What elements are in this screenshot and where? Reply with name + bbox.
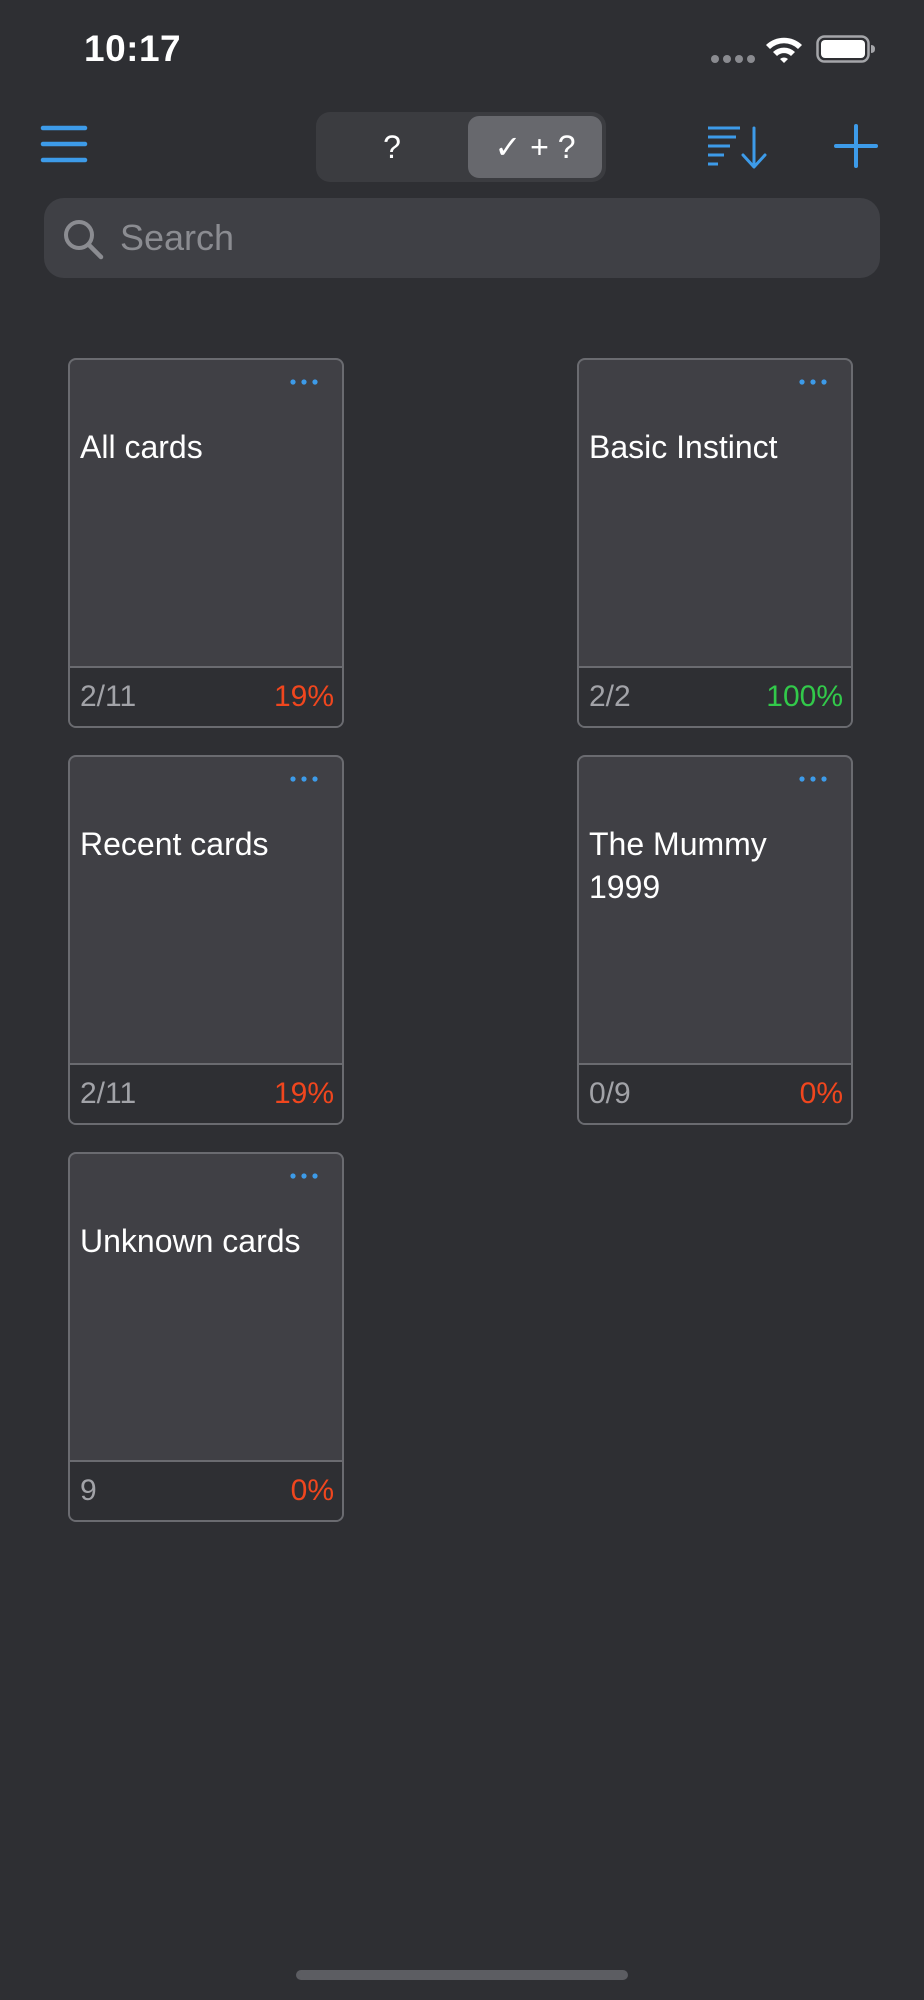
segment-known-and-unknown[interactable]: ✓ + ?	[468, 116, 602, 178]
deck-title: The Mummy 1999	[589, 826, 767, 905]
deck-footer: 2/11 19%	[70, 1063, 342, 1123]
status-time: 10:17	[84, 28, 182, 69]
deck-title: Unknown cards	[80, 1223, 301, 1259]
segment-unknown[interactable]: ?	[320, 116, 464, 178]
deck-card-all-cards[interactable]: All cards 2/11 19%	[68, 358, 344, 728]
add-icon[interactable]	[834, 124, 878, 168]
more-options-icon[interactable]	[290, 775, 318, 783]
deck-footer: 2/11 19%	[70, 666, 342, 726]
search-bar[interactable]	[44, 198, 880, 278]
deck-percent: 19%	[273, 680, 334, 713]
deck-count: 2/11	[80, 680, 137, 713]
search-icon	[64, 220, 104, 260]
deck-percent: 100%	[766, 680, 843, 713]
more-options-icon[interactable]	[799, 775, 827, 783]
deck-percent: 19%	[273, 1077, 334, 1110]
deck-count: 2/2	[589, 680, 631, 713]
deck-card-recent-cards[interactable]: Recent cards 2/11 19%	[68, 755, 344, 1125]
deck-title: Basic Instinct	[589, 429, 778, 465]
deck-footer: 2/2 100%	[579, 666, 851, 726]
more-options-icon[interactable]	[290, 1172, 318, 1180]
card-filter-segmented-control: ? ✓ + ?	[316, 112, 606, 182]
deck-card-unknown-cards[interactable]: Unknown cards 9 0%	[68, 1152, 344, 1522]
wifi-icon	[766, 37, 802, 63]
deck-percent: 0%	[290, 1474, 334, 1507]
deck-count: 9	[80, 1474, 97, 1507]
deck-footer: 0/9 0%	[579, 1063, 851, 1123]
more-options-icon[interactable]	[799, 378, 827, 386]
menu-icon[interactable]	[40, 122, 88, 166]
deck-count: 2/11	[80, 1077, 137, 1110]
deck-percent: 0%	[799, 1077, 843, 1110]
deck-title: All cards	[80, 429, 203, 465]
cellular-signal-icon	[711, 55, 755, 63]
home-indicator[interactable]	[296, 1970, 628, 1980]
deck-card-the-mummy-1999[interactable]: The Mummy 1999 0/9 0%	[577, 755, 853, 1125]
more-options-icon[interactable]	[290, 378, 318, 386]
search-input[interactable]	[110, 198, 870, 278]
deck-title: Recent cards	[80, 826, 269, 862]
deck-footer: 9 0%	[70, 1460, 342, 1520]
deck-count: 0/9	[589, 1077, 631, 1110]
sort-icon[interactable]	[706, 124, 768, 170]
deck-card-basic-instinct[interactable]: Basic Instinct 2/2 100%	[577, 358, 853, 728]
battery-icon	[816, 35, 875, 63]
